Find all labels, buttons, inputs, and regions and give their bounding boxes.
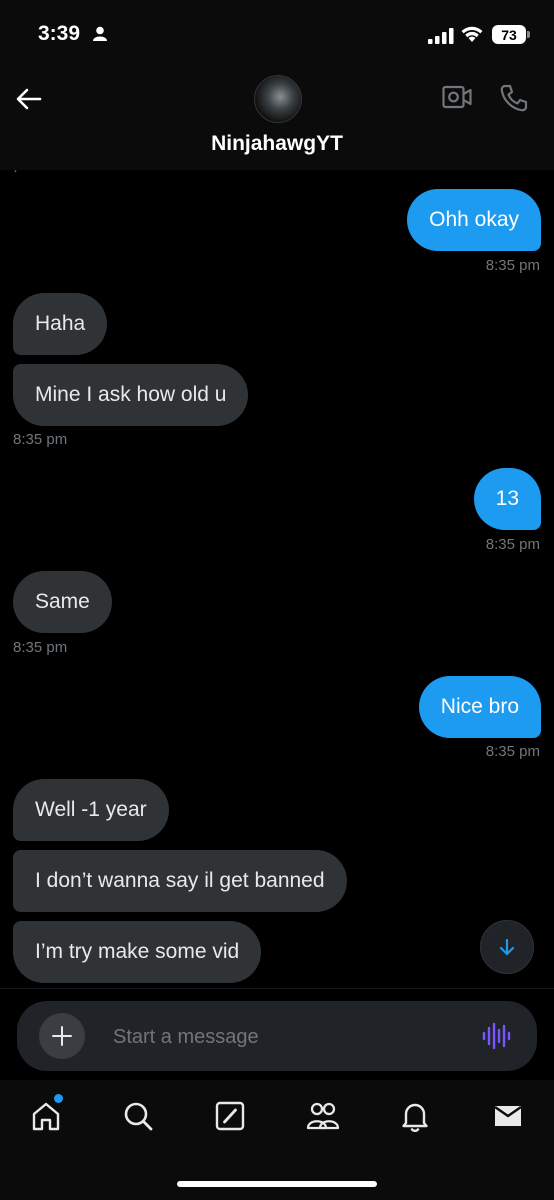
arrow-down-icon bbox=[499, 938, 515, 956]
home-icon bbox=[32, 1102, 60, 1131]
message-timestamp: 8:35 pm bbox=[13, 639, 68, 656]
notification-dot bbox=[54, 1094, 63, 1103]
search-icon bbox=[124, 1102, 153, 1131]
battery-cap bbox=[527, 31, 530, 38]
message-timestamp: 8:35 pm bbox=[13, 431, 68, 448]
add-media-button[interactable] bbox=[39, 1013, 85, 1059]
message-bubble-received[interactable]: Mine I ask how old u bbox=[13, 364, 249, 426]
video-call-icon[interactable] bbox=[442, 84, 472, 110]
status-bar: 3:39 73 bbox=[0, 0, 554, 70]
phone-call-icon[interactable] bbox=[499, 83, 529, 113]
message-bubble-sent[interactable]: Nice bro bbox=[418, 676, 541, 738]
message-bubble-sent[interactable]: 13 bbox=[473, 468, 541, 530]
contact-name[interactable]: NinjahawgYT bbox=[0, 132, 554, 156]
message-timestamp: 8:35 pm bbox=[485, 743, 540, 760]
bottom-navigation bbox=[0, 1080, 554, 1200]
grok-icon bbox=[215, 1101, 245, 1131]
back-arrow-icon[interactable] bbox=[14, 84, 44, 114]
mail-icon bbox=[494, 1106, 522, 1126]
scroll-to-bottom-button[interactable] bbox=[480, 920, 534, 974]
composer bbox=[17, 1001, 537, 1073]
nav-grok[interactable] bbox=[212, 1098, 248, 1134]
nav-search[interactable] bbox=[120, 1098, 156, 1134]
message-bubble-received[interactable]: Well -1 year bbox=[13, 779, 169, 841]
message-bubble-received[interactable]: Haha bbox=[13, 293, 108, 355]
nav-notifications[interactable] bbox=[397, 1098, 433, 1134]
message-text: Mine I ask how old u bbox=[35, 383, 227, 406]
message-text: Well -1 year bbox=[35, 798, 147, 821]
nav-messages[interactable] bbox=[490, 1098, 526, 1134]
truncated-timestamp: · bbox=[13, 170, 18, 179]
message-text: Same bbox=[35, 590, 90, 613]
message-bubble-received[interactable]: Same bbox=[13, 571, 112, 633]
message-text: Ohh okay bbox=[429, 208, 519, 231]
message-bubble-received[interactable]: I’m try make some vid bbox=[13, 921, 262, 983]
nav-home[interactable] bbox=[28, 1098, 64, 1134]
person-icon bbox=[93, 26, 107, 41]
message-text: I don’t wanna say il get banned bbox=[35, 869, 325, 892]
contact-avatar[interactable] bbox=[254, 75, 302, 123]
message-bubble-sent[interactable]: Ohh okay bbox=[407, 189, 541, 251]
message-bubble-received[interactable]: I don’t wanna say il get banned bbox=[13, 850, 347, 912]
wifi-icon bbox=[461, 26, 483, 42]
message-text: Haha bbox=[35, 312, 86, 335]
message-text: 13 bbox=[495, 487, 519, 510]
message-text: Nice bro bbox=[440, 695, 519, 718]
plus-icon bbox=[52, 1026, 72, 1046]
battery-indicator: 73 bbox=[492, 25, 526, 44]
voice-message-icon[interactable] bbox=[481, 1021, 511, 1051]
bell-icon bbox=[402, 1103, 428, 1132]
message-text: I’m try make some vid bbox=[35, 940, 240, 963]
home-indicator bbox=[177, 1181, 377, 1187]
composer-bar bbox=[0, 988, 554, 1081]
nav-communities[interactable] bbox=[305, 1098, 341, 1134]
status-time: 3:39 bbox=[38, 22, 81, 45]
conversation-header: NinjahawgYT bbox=[0, 70, 554, 170]
message-timestamp: 8:35 pm bbox=[485, 536, 540, 553]
message-input[interactable] bbox=[111, 1001, 465, 1073]
battery-level: 73 bbox=[501, 26, 517, 43]
cellular-signal-icon bbox=[428, 28, 454, 44]
communities-icon bbox=[306, 1102, 340, 1130]
message-timestamp: 8:35 pm bbox=[485, 257, 540, 274]
message-list[interactable]: · Ohh okay 8:35 pm Haha Mine I ask how o… bbox=[0, 170, 554, 988]
